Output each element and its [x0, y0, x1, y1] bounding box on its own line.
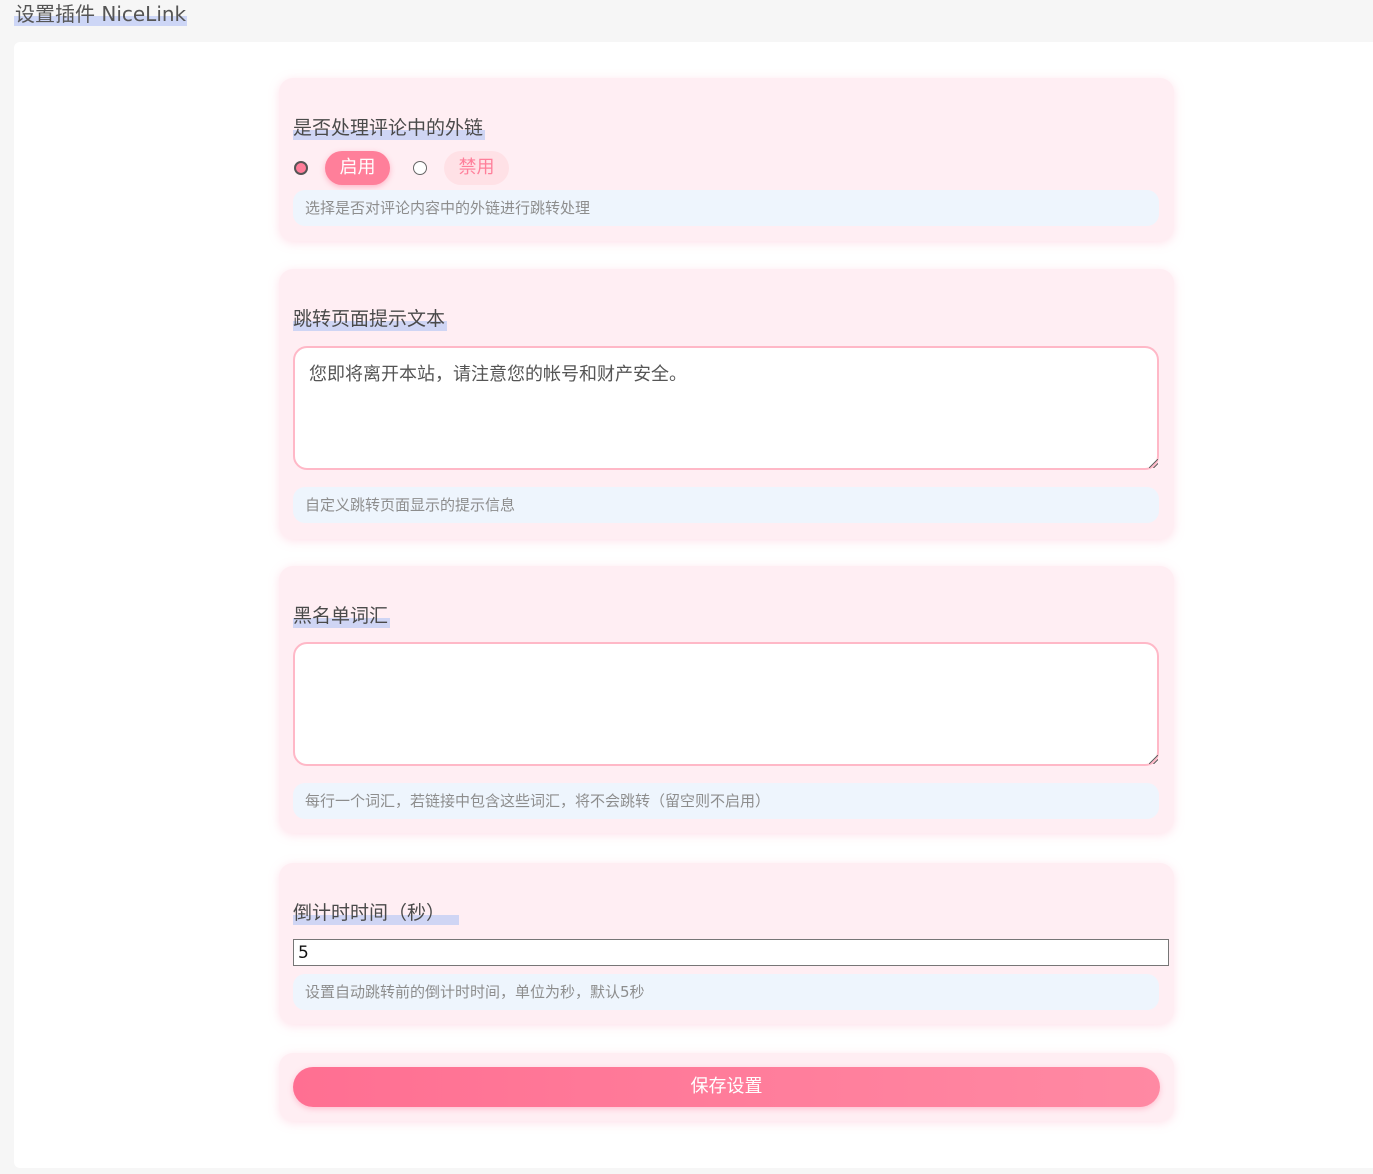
- save-button[interactable]: 保存设置: [293, 1067, 1160, 1107]
- resize-grip-icon[interactable]: [1149, 755, 1158, 764]
- redirect-text-label: 跳转页面提示文本: [293, 307, 448, 331]
- setting-card-comment-links: 是否处理评论中的外链 启用 禁用 选择是否对评论内容中的外链进行跳转处理: [279, 78, 1174, 241]
- resize-grip-icon[interactable]: [1149, 459, 1158, 468]
- countdown-help: 设置自动跳转前的倒计时时间，单位为秒，默认5秒: [293, 974, 1159, 1010]
- comment-links-help: 选择是否对评论内容中的外链进行跳转处理: [293, 190, 1159, 226]
- setting-card-save: 保存设置: [279, 1053, 1174, 1121]
- redirect-text-textarea[interactable]: 您即将离开本站，请注意您的帐号和财产安全。: [293, 346, 1159, 470]
- radio-disable[interactable]: [413, 161, 427, 175]
- blacklist-help: 每行一个词汇，若链接中包含这些词汇，将不会跳转（留空则不启用）: [293, 783, 1159, 819]
- radio-enable[interactable]: [294, 161, 308, 175]
- setting-card-redirect-text: 跳转页面提示文本 您即将离开本站，请注意您的帐号和财产安全。 自定义跳转页面显示…: [279, 269, 1174, 539]
- page-title: 设置插件 NiceLink: [14, 2, 188, 26]
- option-disable-button[interactable]: 禁用: [444, 151, 509, 185]
- countdown-label: 倒计时时间（秒）: [293, 901, 460, 925]
- setting-card-countdown: 倒计时时间（秒） 设置自动跳转前的倒计时时间，单位为秒，默认5秒: [279, 863, 1174, 1024]
- blacklist-label: 黑名单词汇: [293, 604, 391, 628]
- redirect-text-help: 自定义跳转页面显示的提示信息: [293, 487, 1159, 523]
- comment-links-label: 是否处理评论中的外链: [293, 116, 486, 140]
- option-enable-button[interactable]: 启用: [325, 151, 390, 185]
- blacklist-textarea[interactable]: [293, 642, 1159, 766]
- countdown-input[interactable]: [293, 939, 1169, 966]
- setting-card-blacklist: 黑名单词汇 每行一个词汇，若链接中包含这些词汇，将不会跳转（留空则不启用）: [279, 566, 1174, 833]
